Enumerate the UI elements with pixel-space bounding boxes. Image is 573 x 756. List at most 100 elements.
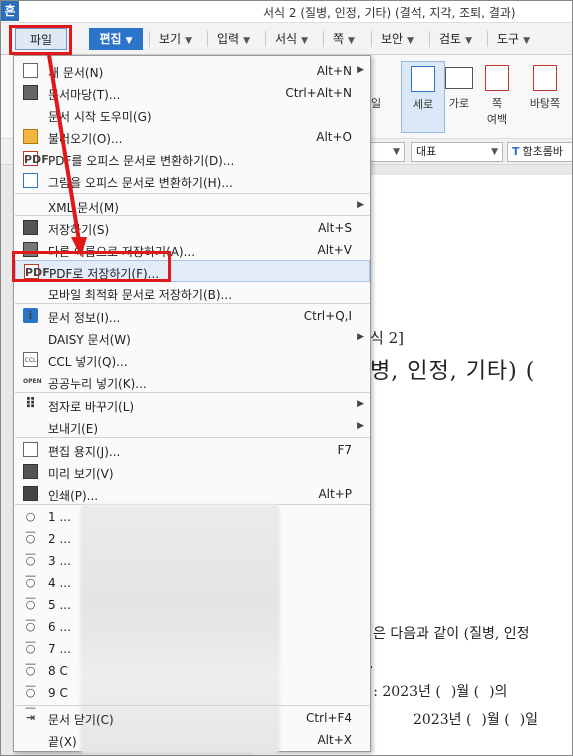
- menu-tools[interactable]: 도구 ▼: [497, 28, 530, 50]
- menu-separator: [15, 303, 370, 304]
- save-icon: [23, 220, 38, 235]
- menu-item-label: 저장하기(S): [48, 223, 110, 237]
- menu-item-label: 문서 시작 도우미(G): [48, 110, 152, 124]
- recent-file-icon: ○—: [25, 686, 36, 714]
- chevron-down-icon: ▼: [523, 36, 531, 46]
- recent-file-icon: ○—: [25, 510, 36, 538]
- doc-date-end: )일: [519, 712, 539, 728]
- recent-file-label: 5 ...: [48, 598, 71, 612]
- menu-item-ccl[interactable]: CCL CCL 넣기(Q)...: [15, 349, 370, 371]
- menu-item-label: PDF를 오피스 문서로 변환하기(D)...: [48, 154, 235, 168]
- menu-item-send[interactable]: 보내기(E) ▶: [15, 416, 370, 438]
- recent-file-label: 2 ...: [48, 532, 71, 546]
- menu-item-image-to-office[interactable]: 그림을 오피스 문서로 변환하기(H)...: [15, 170, 370, 192]
- menu-view[interactable]: 보기 ▼: [159, 28, 192, 50]
- chevron-down-icon: ▼: [407, 36, 415, 46]
- doc-period-mid: )월 (: [450, 684, 480, 700]
- menu-page[interactable]: 쪽 ▼: [333, 28, 355, 50]
- menu-item-save[interactable]: 저장하기(S) Alt+S: [15, 217, 370, 239]
- menu-item-shortcut: Alt+P: [318, 487, 352, 501]
- menu-item-close-document[interactable]: ⇥ 문서 닫기(C) Ctrl+F4: [15, 707, 370, 729]
- menu-item-label: CCL 넣기(Q)...: [48, 355, 128, 369]
- template-icon: [23, 85, 38, 100]
- master-page-button[interactable]: 바탕쪽: [519, 61, 571, 133]
- menu-item-shortcut: Alt+V: [317, 243, 352, 257]
- app-window: 흔 서식 2 (질병, 인정, 기타) (결석, 지각, 조퇴, 결과) 파일 …: [0, 0, 573, 756]
- menu-item-exit[interactable]: 끝(X) Alt+X: [15, 729, 370, 751]
- doc-date-mid: )월 (: [481, 712, 510, 728]
- menu-item-start-wizard[interactable]: 문서 시작 도우미(G): [15, 104, 370, 126]
- menu-item-shortcut: Alt+S: [318, 221, 352, 235]
- page-setup-icon: [23, 442, 38, 457]
- chevron-down-icon: ▼: [393, 147, 400, 157]
- braille-icon: ⠿: [25, 396, 36, 412]
- folder-icon: [23, 129, 38, 144]
- menu-format[interactable]: 서식 ▼: [275, 28, 308, 50]
- menu-input[interactable]: 입력 ▼: [217, 28, 250, 50]
- recent-file-icon: ○—: [25, 576, 36, 604]
- paragraph-style-select[interactable]: 대표 ▼: [411, 142, 503, 162]
- menu-divider: [207, 31, 208, 47]
- submenu-arrow-icon: ▶: [357, 200, 364, 210]
- menu-separator: [15, 215, 370, 216]
- menu-item-label: 공공누리 넣기(K)...: [48, 377, 147, 391]
- menu-item-open[interactable]: 불러오기(O)... Alt+O: [15, 126, 370, 148]
- menu-item-templates[interactable]: 문서마당(T)... Ctrl+Alt+N: [15, 82, 370, 104]
- menu-item-save-mobile[interactable]: 모바일 최적화 문서로 저장하기(B)...: [15, 282, 370, 304]
- truetype-icon: T: [512, 145, 520, 158]
- menu-item-kogl[interactable]: OPEN 공공누리 넣기(K)...: [15, 371, 370, 393]
- menu-item-preview[interactable]: 미리 보기(V): [15, 461, 370, 483]
- menu-tools-label: 도구: [497, 32, 520, 46]
- printer-icon: [23, 486, 38, 501]
- menu-item-pdf-to-office[interactable]: PDF PDF를 오피스 문서로 변환하기(D)...: [15, 148, 370, 170]
- recent-file-label: 4 ...: [48, 576, 71, 590]
- menu-item-shortcut: Ctrl+Q,I: [303, 309, 352, 323]
- menu-input-label: 입력: [217, 32, 240, 46]
- recent-file-icon: ○—: [25, 532, 36, 560]
- menu-review[interactable]: 검토 ▼: [439, 28, 472, 50]
- orientation-vertical-label: 세로: [412, 98, 434, 111]
- menu-item-label: 문서마당(T)...: [48, 88, 121, 102]
- ribbon-partial-label: 일: [371, 97, 382, 110]
- menu-divider: [323, 31, 324, 47]
- recent-file-icon: ○—: [25, 642, 36, 670]
- menu-item-document-info[interactable]: i 문서 정보(I)... Ctrl+Q,I: [15, 305, 370, 327]
- page-margin-label-2: 여백: [486, 113, 508, 126]
- menu-item-label: 점자로 바꾸기(L): [48, 400, 135, 414]
- preview-icon: [23, 464, 38, 479]
- chevron-down-icon: ▼: [301, 36, 309, 46]
- font-select[interactable]: T 함초롬바: [507, 142, 572, 162]
- menu-item-label: 끝(X): [48, 735, 77, 749]
- menu-item-label: 보내기(E): [48, 422, 99, 436]
- menu-item-label: DAISY 문서(W): [48, 333, 131, 347]
- doc-heading: 병, 인정, 기타) (: [370, 359, 536, 384]
- menu-divider: [265, 31, 266, 47]
- recent-file-label: 1 ...: [48, 510, 71, 524]
- menu-edit[interactable]: 편집 ▼: [89, 28, 143, 50]
- page-margin-label-1: 쪽: [491, 97, 503, 110]
- menu-separator: [15, 193, 370, 194]
- close-document-icon: ⇥: [25, 711, 36, 724]
- chevron-down-icon: ▼: [465, 36, 473, 46]
- zoom-combo[interactable]: ▼: [365, 142, 405, 162]
- menu-format-label: 서식: [275, 32, 298, 46]
- doc-period-end: )의: [489, 684, 508, 700]
- recent-file-label: 3 ...: [48, 554, 71, 568]
- app-logo-icon[interactable]: 흔: [1, 1, 19, 21]
- menu-item-braille[interactable]: ⠿ 점자로 바꾸기(L) ▶: [15, 394, 370, 416]
- menu-item-print[interactable]: 인쇄(P)... Alt+P: [15, 483, 370, 505]
- page-margin-button[interactable]: 쪽 여백: [475, 61, 519, 133]
- menu-item-shortcut: Alt+O: [316, 130, 352, 144]
- master-page-label: 바탕쪽: [529, 97, 561, 110]
- recent-file-label: 6 ...: [48, 620, 71, 634]
- menu-security[interactable]: 보안 ▼: [381, 28, 414, 50]
- open-license-icon: OPEN: [23, 378, 42, 385]
- menu-view-label: 보기: [159, 32, 182, 46]
- menu-item-daisy[interactable]: DAISY 문서(W) ▶: [15, 327, 370, 349]
- chevron-down-icon: ▼: [491, 147, 498, 157]
- menu-item-label: 인쇄(P)...: [48, 489, 99, 503]
- menu-item-new-document[interactable]: 새 문서(N) Alt+N ▶: [15, 60, 370, 82]
- menu-item-page-setup[interactable]: 편집 용지(J)... F7: [15, 439, 370, 461]
- recent-file-label: 7 ...: [48, 642, 71, 656]
- menu-item-xml-document[interactable]: XML 문서(M) ▶: [15, 195, 370, 217]
